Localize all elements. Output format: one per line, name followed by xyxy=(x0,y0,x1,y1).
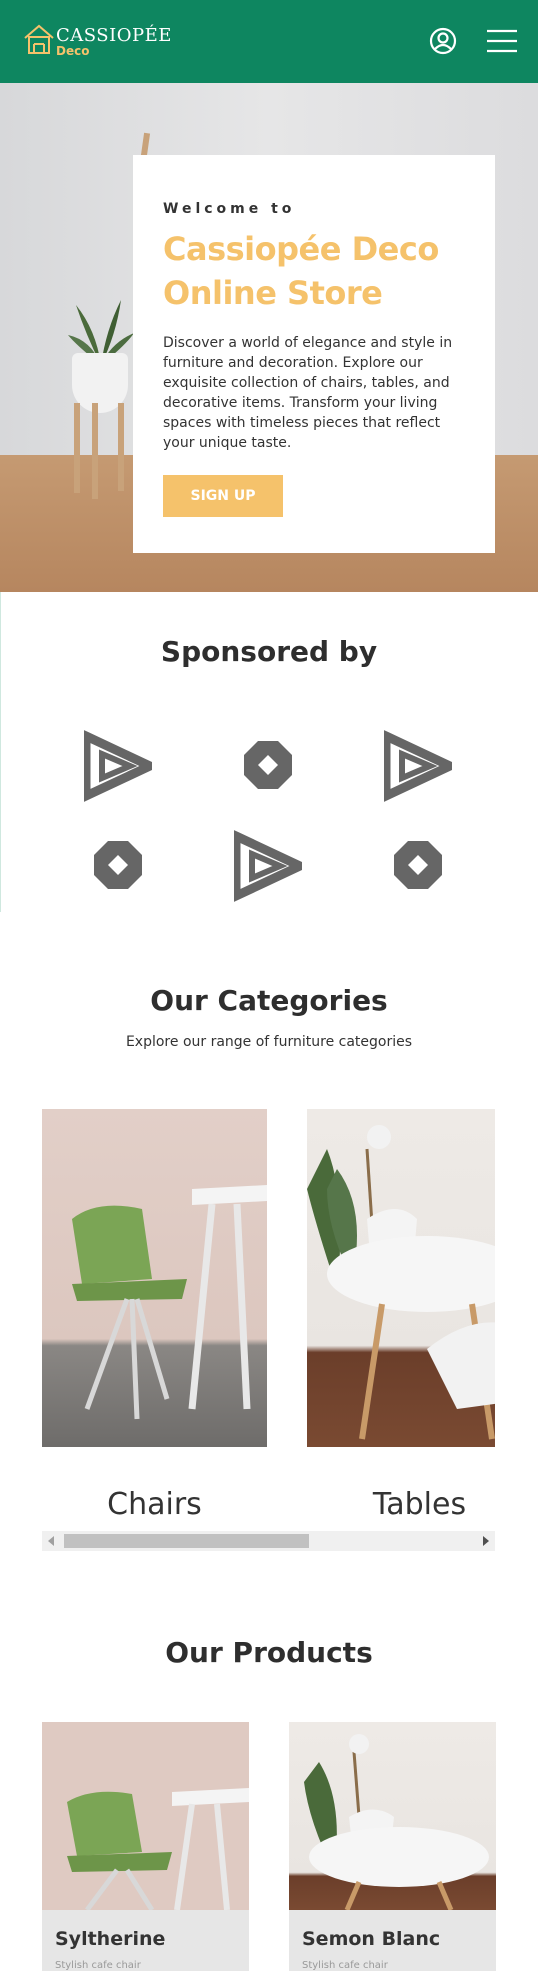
chair-illustration xyxy=(67,1788,249,1910)
product-card[interactable]: Semon Blanc Stylish cafe chair xyxy=(289,1722,496,1971)
products-title: Our Products xyxy=(165,1636,373,1669)
hamburger-menu-icon[interactable] xyxy=(486,28,518,54)
hero-welcome: Welcome to xyxy=(163,201,296,217)
diamond-logo-icon xyxy=(394,841,442,889)
sponsors-title: Sponsored by xyxy=(160,635,378,668)
logo-subtitle: Deco xyxy=(56,44,90,58)
site-header: CASSIOPÉE Deco xyxy=(0,0,538,83)
diamond-logo-icon xyxy=(244,741,292,789)
category-card-chairs[interactable]: Chairs xyxy=(42,1109,267,1522)
product-name: Semon Blanc xyxy=(302,1928,441,1950)
product-description: Stylish cafe chair xyxy=(55,1960,141,1971)
signup-button[interactable]: SIGN UP xyxy=(163,475,283,517)
hero-title: Cassiopée Deco Online Store xyxy=(163,230,439,312)
categories-scrollbar[interactable] xyxy=(42,1531,495,1551)
table-illustration xyxy=(304,1734,489,1910)
plant-stand-leg xyxy=(74,403,80,493)
category-image-tables xyxy=(307,1109,495,1447)
scroll-left-arrow-icon[interactable] xyxy=(48,1536,54,1546)
category-card-tables[interactable]: Tables xyxy=(307,1109,495,1522)
categories-carousel[interactable]: Chairs Tables xyxy=(42,1109,495,1549)
category-label: Tables xyxy=(372,1487,467,1522)
triangle-logo-icon xyxy=(384,730,452,802)
scrollbar-thumb[interactable] xyxy=(64,1534,309,1548)
categories-title: Our Categories xyxy=(150,984,388,1017)
product-name: Syltherine xyxy=(55,1928,166,1950)
hero-card: Welcome to Cassiopée Deco Online Store D… xyxy=(133,155,495,553)
plant-stand-leg xyxy=(92,403,98,499)
scroll-right-arrow-icon[interactable] xyxy=(483,1536,489,1546)
category-image-chairs xyxy=(42,1109,267,1447)
categories-subtitle: Explore our range of furniture categorie… xyxy=(125,1034,413,1050)
diamond-logo-icon xyxy=(94,841,142,889)
site-logo[interactable]: CASSIOPÉE Deco xyxy=(22,20,172,60)
table-illustration xyxy=(307,1125,495,1440)
product-image xyxy=(42,1722,249,1910)
triangle-logo-icon xyxy=(84,730,152,802)
triangle-logo-icon xyxy=(234,830,302,902)
logo-name: CASSIOPÉE xyxy=(56,25,172,46)
hero-banner: Welcome to Cassiopée Deco Online Store D… xyxy=(0,83,538,592)
house-chair-logo-icon xyxy=(24,24,54,54)
category-label: Chairs xyxy=(107,1487,202,1522)
user-circle-icon[interactable] xyxy=(428,26,458,56)
product-description: Stylish cafe chair xyxy=(302,1960,388,1971)
product-image xyxy=(289,1722,496,1910)
plant-stand-leg xyxy=(118,403,124,491)
chair-illustration xyxy=(72,1185,267,1420)
hero-description: Discover a world of elegance and style i… xyxy=(163,335,453,451)
product-card[interactable]: Syltherine Stylish cafe chair xyxy=(42,1722,249,1971)
